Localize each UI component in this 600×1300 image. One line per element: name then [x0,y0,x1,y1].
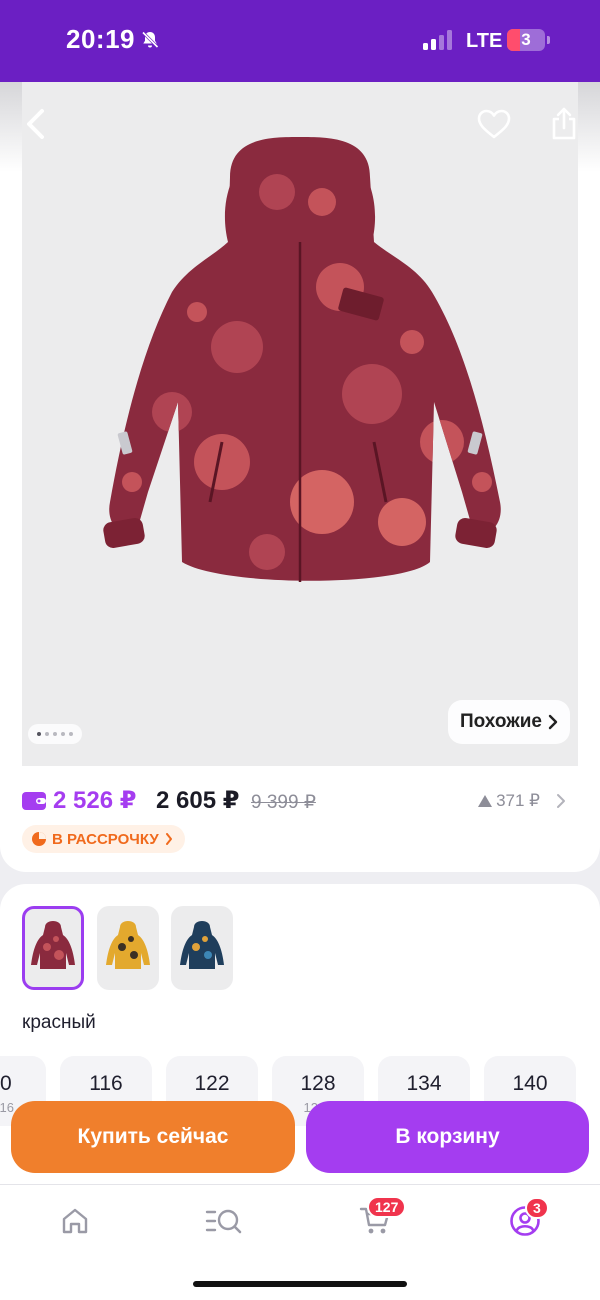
chevron-left-icon [27,109,44,139]
tab-cart[interactable]: 127 [355,1196,407,1239]
cart-badge: 127 [367,1196,407,1218]
tab-profile[interactable]: 3 [505,1197,549,1239]
bell-muted-icon [141,31,159,49]
buy-now-button[interactable]: Купить сейчас [11,1101,295,1173]
tab-catalog[interactable] [204,1203,244,1239]
size-value: 10 [0,1072,12,1095]
wallet-icon [22,792,46,810]
page-dot [53,732,57,736]
jacket-yellow-thumbnail [106,921,150,969]
status-bar: 20:19 LTE 3 [0,0,600,82]
old-price: 9 399 ₽ [251,792,316,813]
price-row: 2 526 ₽ 2 605 ₽ 9 399 ₽ 371 ₽ [22,786,578,816]
add-to-cart-button[interactable]: В корзину [306,1101,589,1173]
gallery-page-indicator [28,724,82,744]
price-history-button[interactable]: 371 ₽ [478,791,566,811]
jacket-illustration [103,137,501,582]
product-photo[interactable] [22,82,578,766]
current-price: 2 605 ₽ [156,787,240,814]
home-icon [62,1208,88,1234]
profile-badge: 3 [525,1197,549,1219]
chevron-right-icon [557,794,565,808]
back-button[interactable] [16,104,56,144]
battery-cap [547,36,550,44]
page-dot [69,732,73,736]
share-button[interactable] [544,104,584,144]
color-option-yellow[interactable] [97,906,159,990]
installment-button[interactable]: В РАССРОЧКУ [22,825,185,853]
jacket-blue-thumbnail [180,921,224,969]
heart-icon [477,109,511,139]
home-indicator [193,1281,407,1287]
price-delta: 371 ₽ [496,791,540,810]
page-dot-active [37,732,41,736]
wallet-price: 2 526 ₽ [53,787,137,814]
jacket-red-thumbnail [31,921,75,969]
battery-icon: 3 [507,29,545,51]
signal-icon [423,30,452,50]
chevron-right-icon [165,833,172,845]
status-time: 20:19 [66,24,135,54]
size-value: 116 [89,1072,123,1095]
color-option-blue[interactable] [171,906,233,990]
size-value: 140 [512,1072,548,1095]
page-dot [61,732,65,736]
similar-products-button[interactable]: Похожие [448,700,570,744]
size-value: 122 [194,1072,230,1095]
chevron-right-icon [548,714,558,730]
color-option-red[interactable] [22,906,84,990]
tab-home[interactable] [55,1203,95,1239]
share-icon [552,107,576,140]
favorite-button[interactable] [474,104,514,144]
page-dot [45,732,49,736]
network-type: LTE [466,30,503,52]
similar-label: Похожие [460,711,542,732]
size-value: 134 [406,1072,442,1095]
size-value: 128 [300,1072,336,1095]
catalog-search-icon [205,1209,242,1234]
selected-color-label: красный [22,1012,96,1033]
triangle-up-icon [478,795,493,807]
pie-chart-icon [32,832,46,846]
battery-level: 3 [521,30,531,49]
installment-label: В РАССРОЧКУ [52,830,159,848]
